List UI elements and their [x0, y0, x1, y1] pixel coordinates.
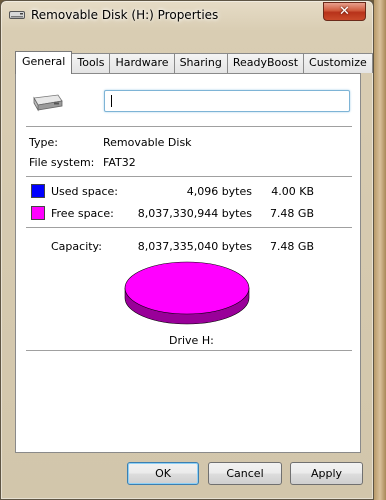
text-cursor [111, 95, 112, 107]
general-tab-panel: Type: Removable Disk File system: FAT32 … [15, 73, 361, 453]
divider [26, 176, 352, 177]
drive-letter-label: Drive H: [169, 334, 214, 347]
removable-drive-icon [9, 11, 25, 19]
type-label: Type: [29, 136, 58, 149]
free-space-color-swatch [31, 206, 45, 220]
tab-strip: General Tools Hardware Sharing ReadyBoos… [15, 51, 373, 74]
capacity-label: Capacity: [51, 240, 102, 253]
tab-sharing[interactable]: Sharing [173, 53, 228, 73]
used-space-label: Used space: [51, 185, 119, 198]
ok-button[interactable]: OK [127, 462, 199, 485]
close-button[interactable]: ✕ [323, 2, 366, 21]
apply-button[interactable]: Apply [290, 462, 363, 485]
capacity-bytes: 8,037,335,040 bytes [137, 240, 252, 253]
file-system-label: File system: [29, 156, 95, 169]
tab-hardware[interactable]: Hardware [109, 53, 175, 73]
title-bar[interactable]: Removable Disk (H:) Properties ✕ [1, 1, 373, 31]
free-space-size: 7.48 GB [269, 207, 314, 220]
tab-readyboost[interactable]: ReadyBoost [226, 53, 305, 73]
disk-usage-pie-chart [124, 261, 250, 325]
divider [26, 350, 352, 351]
used-space-size: 4.00 KB [271, 185, 314, 198]
tab-customize[interactable]: Customize [303, 53, 373, 73]
free-space-bytes: 8,037,330,944 bytes [137, 207, 252, 220]
properties-dialog: Removable Disk (H:) Properties ✕ General… [0, 0, 374, 500]
tab-general[interactable]: General [15, 51, 73, 74]
usb-drive-icon [33, 94, 63, 112]
used-space-bytes: 4,096 bytes [186, 185, 252, 198]
divider [26, 227, 352, 228]
pie-free-space-slice [124, 261, 250, 315]
volume-label-input[interactable] [104, 90, 350, 112]
type-value: Removable Disk [103, 136, 192, 149]
capacity-size: 7.48 GB [269, 240, 314, 253]
cancel-button[interactable]: Cancel [208, 462, 282, 485]
window-title: Removable Disk (H:) Properties [31, 8, 219, 22]
free-space-label: Free space: [51, 207, 114, 220]
file-system-value: FAT32 [103, 156, 136, 169]
divider [26, 126, 352, 127]
tab-tools[interactable]: Tools [71, 53, 111, 73]
used-space-color-swatch [31, 184, 45, 198]
desktop-background [374, 0, 386, 500]
close-icon: ✕ [339, 4, 350, 19]
